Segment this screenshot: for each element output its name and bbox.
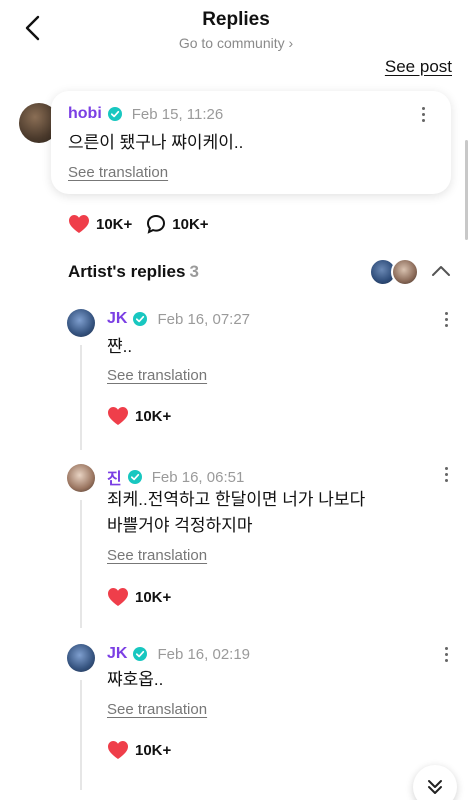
reply-more-button[interactable] xyxy=(437,465,457,485)
see-translation-link[interactable]: See translation xyxy=(107,367,207,384)
reply-author[interactable]: JK xyxy=(107,310,127,328)
see-translation-link[interactable]: See translation xyxy=(107,547,207,564)
heart-icon xyxy=(108,588,128,606)
reply-like-count: 10K+ xyxy=(135,407,172,425)
like-button[interactable]: 10K+ xyxy=(68,214,132,234)
like-count: 10K+ xyxy=(96,215,133,233)
artist-replies-count: 3 xyxy=(189,262,199,281)
artist-replies-label: Artist's replies xyxy=(68,262,186,281)
verified-badge-icon xyxy=(133,647,148,661)
avatar[interactable] xyxy=(67,309,95,337)
reply-like-count: 10K+ xyxy=(135,588,172,606)
post-header: hobi Feb 15, 11:26 xyxy=(68,105,223,123)
reply-item: JK Feb 16, 07:27 쨘.. See translation 10K… xyxy=(0,305,472,455)
collapse-replies-button[interactable] xyxy=(430,262,452,280)
see-translation-link[interactable]: See translation xyxy=(68,164,168,181)
verified-badge-icon xyxy=(127,470,142,484)
reply-author[interactable]: JK xyxy=(107,645,127,663)
reply-text-line-1: 죄케..전역하고 한달이면 너가 나보다 xyxy=(107,490,366,509)
see-post-link[interactable]: See post xyxy=(385,57,452,77)
post-date: Feb 15, 11:26 xyxy=(131,105,224,123)
artist-replies-title: Artist's replies 3 xyxy=(68,262,199,282)
reply-item: 진 Feb 16, 06:51 죄케..전역하고 한달이면 너가 나보다 바쁠거… xyxy=(0,460,472,635)
reply-item: JK Feb 16, 02:19 쨔호옵.. See translation 1… xyxy=(0,640,472,790)
reply-text: 쨔호옵.. xyxy=(107,670,164,689)
post-more-button[interactable] xyxy=(414,105,434,125)
avatar xyxy=(391,258,419,286)
heart-icon xyxy=(108,741,128,759)
reply-like-button[interactable]: 10K+ xyxy=(107,406,171,426)
more-vertical-icon xyxy=(422,107,425,110)
post-author[interactable]: hobi xyxy=(68,105,102,123)
see-translation-link[interactable]: See translation xyxy=(107,701,207,718)
reply-like-count: 10K+ xyxy=(135,741,172,759)
reply-author[interactable]: 진 xyxy=(107,465,122,489)
post-text: 으른이 됐구나 쨔이케이.. xyxy=(68,133,244,152)
chevron-up-icon xyxy=(432,266,450,276)
reply-date: Feb 16, 07:27 xyxy=(157,310,251,328)
reply-text: 쨘.. xyxy=(107,337,133,356)
thread-line xyxy=(80,345,82,450)
avatar[interactable] xyxy=(67,464,95,492)
double-chevron-down-icon xyxy=(428,780,442,794)
reply-more-button[interactable] xyxy=(437,310,457,330)
comment-count: 10K+ xyxy=(172,215,209,233)
header: Replies Go to community › xyxy=(0,0,472,60)
more-vertical-icon xyxy=(445,647,448,650)
comment-button[interactable]: 10K+ xyxy=(146,214,209,234)
heart-icon xyxy=(69,215,89,233)
go-to-community-link[interactable]: Go to community › xyxy=(0,35,472,51)
post-card: hobi Feb 15, 11:26 으른이 됐구나 쨔이케이.. See tr… xyxy=(51,91,451,194)
more-vertical-icon xyxy=(445,312,448,315)
scrollbar[interactable] xyxy=(465,140,468,240)
page-title: Replies xyxy=(202,9,270,30)
avatar[interactable] xyxy=(67,644,95,672)
more-vertical-icon xyxy=(445,467,448,470)
reply-date: Feb 16, 02:19 xyxy=(157,645,251,663)
reply-header: 진 Feb 16, 06:51 xyxy=(107,465,244,489)
reply-more-button[interactable] xyxy=(437,645,457,665)
reply-header: JK Feb 16, 07:27 xyxy=(107,310,250,328)
post-stats: 10K+ 10K+ xyxy=(68,212,223,236)
thread-line xyxy=(80,500,82,628)
verified-badge-icon xyxy=(133,312,148,326)
reply-date: Feb 16, 06:51 xyxy=(151,468,245,486)
verified-badge-icon xyxy=(107,107,122,121)
heart-icon xyxy=(108,407,128,425)
thread-line xyxy=(80,680,82,790)
reply-text-line-2: 바쁠거야 걱정하지마 xyxy=(107,516,253,535)
comment-bubble-icon xyxy=(147,214,166,234)
reply-header: JK Feb 16, 02:19 xyxy=(107,645,250,663)
reply-like-button[interactable]: 10K+ xyxy=(107,587,171,607)
reply-like-button[interactable]: 10K+ xyxy=(107,740,171,760)
artist-avatars[interactable] xyxy=(369,258,421,286)
